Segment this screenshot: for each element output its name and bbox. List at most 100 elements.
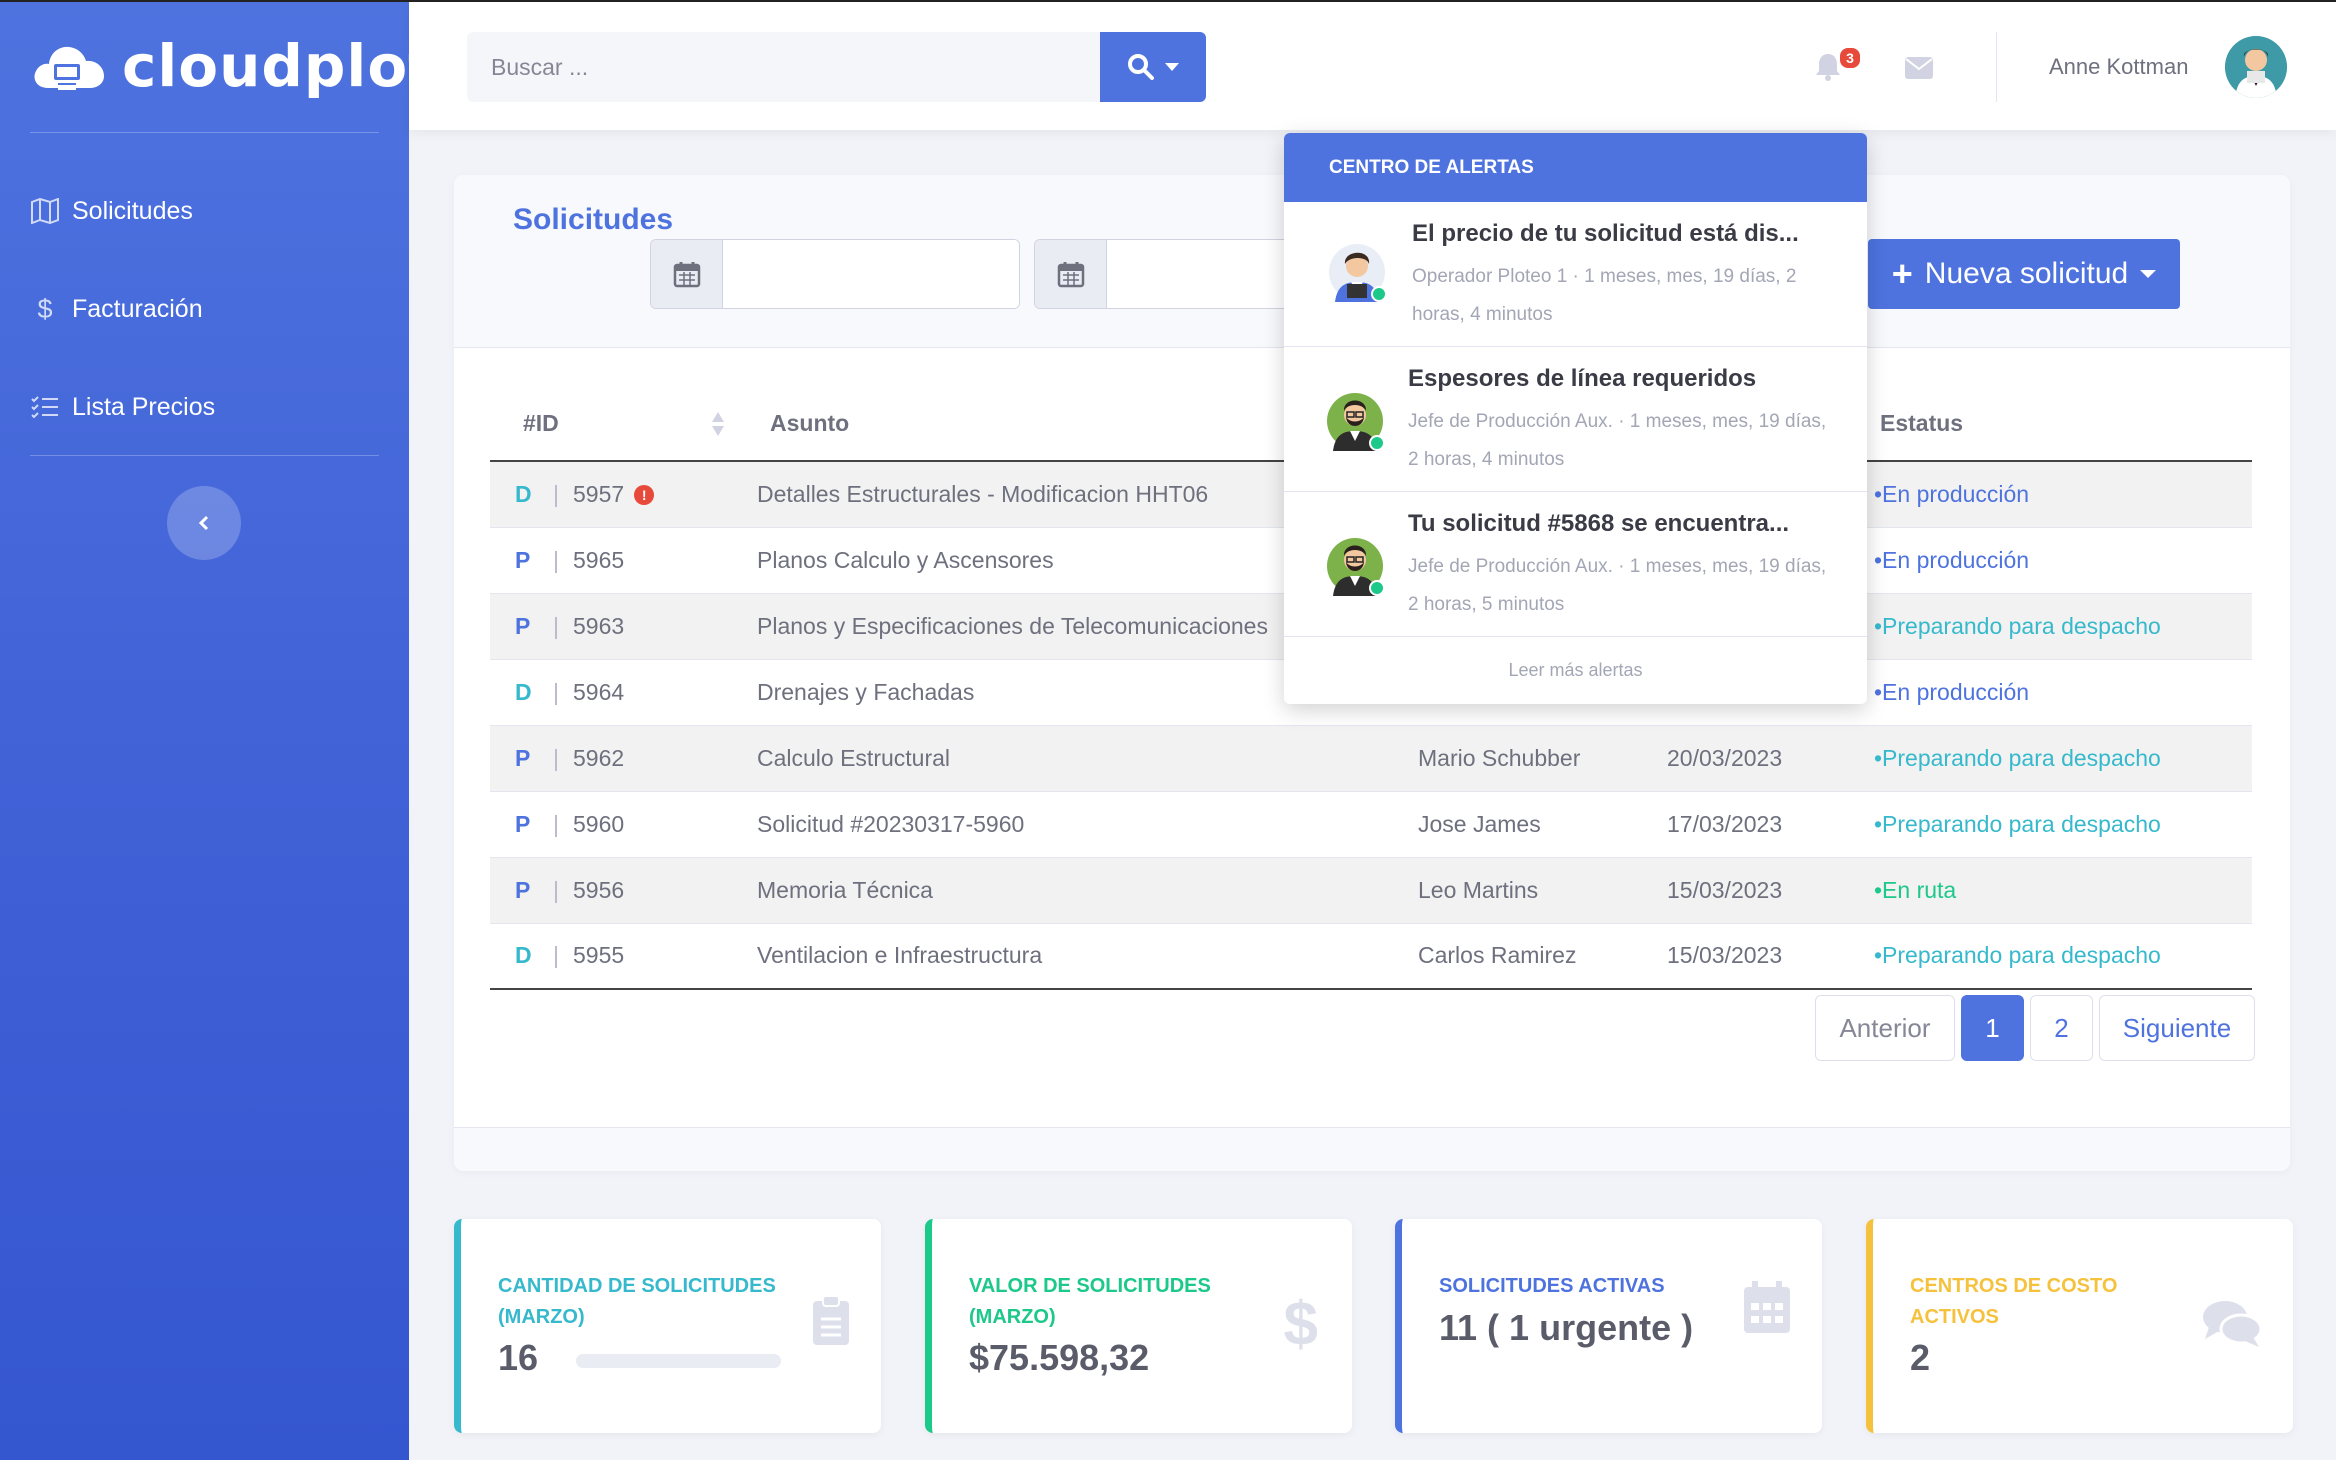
request-id[interactable]: 5963	[573, 613, 624, 639]
alert-subtitle: Operador Ploteo 1 · 1 meses, mes, 19 día…	[1412, 266, 1797, 325]
separator: |	[553, 810, 559, 837]
clipboard-icon	[813, 1295, 849, 1345]
plus-icon: +	[1891, 253, 1913, 294]
sidebar-toggle-button[interactable]	[167, 486, 241, 560]
calendar-addon[interactable]	[651, 240, 723, 308]
stat-label: SOLICITUDES ACTIVAS	[1439, 1275, 1665, 1297]
cell-id: D | 5957!	[490, 461, 750, 528]
cell-subject: Ventilacion e Infraestructura	[750, 923, 1418, 990]
cell-id: D | 5964	[490, 659, 750, 726]
page-title: Solicitudes	[513, 203, 674, 236]
dollar-icon: $	[1283, 1290, 1318, 1359]
alerts-dropdown: CENTRO DE ALERTAS El precio de tu solici…	[1284, 133, 1867, 704]
sidebar-item-facturacion[interactable]: $ Facturación	[30, 284, 202, 334]
request-type-code: D	[515, 480, 532, 507]
separator: |	[553, 546, 559, 573]
new-request-label: Nueva solicitud	[1924, 257, 2129, 290]
pagination-next[interactable]: Siguiente	[2099, 995, 2255, 1061]
separator: |	[553, 744, 559, 771]
cell-id: P | 5963	[490, 593, 750, 660]
request-id[interactable]: 5964	[573, 679, 624, 705]
table-row[interactable]: P | 5960 Solicitud #20230317-5960 Jose James…	[490, 791, 2252, 858]
alert-item[interactable]: Espesores de línea requeridos Jefe de Pr…	[1284, 347, 1867, 492]
cell-requester: Mario Schubber	[1418, 725, 1667, 792]
request-id[interactable]: 5962	[573, 745, 624, 771]
progress-bar	[576, 1354, 781, 1368]
request-id[interactable]: 5956	[573, 877, 624, 903]
topbar: 3 Anne Kottman	[409, 0, 2336, 130]
stat-label: VALOR DE SOLICITUDES (MARZO)	[969, 1275, 1211, 1328]
calendar-addon[interactable]	[1035, 240, 1107, 308]
separator: |	[553, 612, 559, 639]
request-id[interactable]: 5965	[573, 547, 624, 573]
stat-card-requests-value: VALOR DE SOLICITUDES (MARZO) $75.598,32 …	[925, 1219, 1352, 1433]
date-from-input[interactable]	[723, 240, 1019, 308]
sidebar-item-lista-precios[interactable]: Lista Precios	[30, 382, 215, 432]
chevron-left-icon	[198, 515, 209, 531]
brand[interactable]: cloudplot	[30, 32, 437, 100]
read-more-alerts-link[interactable]: Leer más alertas	[1284, 637, 1867, 703]
topbar-divider	[1996, 32, 1997, 102]
separator: |	[553, 876, 559, 903]
separator: |	[553, 942, 559, 969]
request-id[interactable]: 5957	[573, 481, 624, 507]
map-icon	[31, 198, 59, 224]
cell-requester: Carlos Ramirez	[1418, 923, 1667, 990]
cloud-logo-icon	[34, 46, 104, 90]
stat-label: CANTIDAD DE SOLICITUDES (MARZO)	[498, 1275, 776, 1328]
pagination: Anterior 1 2 Siguiente	[1815, 995, 2255, 1061]
bell-icon[interactable]	[1814, 52, 1842, 82]
alert-item[interactable]: El precio de tu solicitud está dis... Op…	[1284, 202, 1867, 347]
cell-subject: Solicitud #20230317-5960	[750, 791, 1418, 858]
alert-title: Tu solicitud #5868 se encuentra...	[1408, 510, 1790, 537]
sidebar-divider	[30, 132, 379, 133]
cell-id: P | 5956	[490, 857, 750, 924]
stat-value: 16	[498, 1337, 539, 1378]
date-from-picker[interactable]	[650, 239, 1020, 309]
pagination-prev[interactable]: Anterior	[1815, 995, 1955, 1061]
request-id[interactable]: 5960	[573, 811, 624, 837]
user-name[interactable]: Anne Kottman	[2049, 54, 2188, 80]
cell-status: •Preparando para despacho	[1866, 923, 2252, 990]
sort-icon[interactable]	[711, 411, 725, 437]
online-status-dot	[1369, 435, 1385, 451]
request-id[interactable]: 5955	[573, 942, 624, 968]
sidebar-item-label: Lista Precios	[72, 392, 216, 421]
card-footer	[454, 1127, 2290, 1171]
calendar-icon	[673, 262, 700, 288]
pagination-page-2[interactable]: 2	[2030, 995, 2093, 1061]
column-header-id[interactable]: #ID	[490, 387, 750, 462]
cell-id: D | 5955	[490, 923, 750, 990]
stat-label: CENTROS DE COSTO ACTIVOS	[1910, 1275, 2118, 1328]
table-row[interactable]: D | 5955 Ventilacion e Infraestructura Carlo…	[490, 923, 2252, 990]
table-row[interactable]: P | 5962 Calculo Estructural Mario Schubber 2…	[490, 725, 2252, 792]
table-row[interactable]: P | 5956 Memoria Técnica Leo Martins 15/03/20…	[490, 857, 2252, 924]
new-request-button[interactable]: + Nueva solicitud	[1868, 239, 2180, 309]
alert-subtitle: Jefe de Producción Aux. · 1 meses, mes, …	[1408, 411, 1827, 470]
cell-id: P | 5965	[490, 527, 750, 594]
search-button[interactable]	[1100, 32, 1206, 102]
alert-subtitle: Jefe de Producción Aux. · 1 meses, mes, …	[1408, 556, 1827, 615]
cell-date: 17/03/2023	[1667, 791, 1866, 858]
sidebar-item-label: Solicitudes	[72, 196, 193, 225]
alerts-header: CENTRO DE ALERTAS	[1284, 133, 1867, 202]
request-type-code: P	[515, 876, 531, 903]
cell-status: •Preparando para despacho	[1866, 725, 2252, 792]
column-header-status[interactable]: Estatus	[1866, 387, 2252, 462]
cell-status: •En producción	[1866, 461, 2252, 528]
sidebar-item-solicitudes[interactable]: Solicitudes	[30, 186, 193, 236]
cell-requester: Leo Martins	[1418, 857, 1667, 924]
sidebar-divider	[30, 455, 379, 456]
request-type-code: P	[515, 546, 531, 573]
list-check-icon	[31, 396, 58, 419]
cell-id: P | 5962	[490, 725, 750, 792]
pagination-page-1[interactable]: 1	[1961, 995, 2024, 1061]
stat-value: 2	[1910, 1337, 1931, 1378]
alert-item[interactable]: Tu solicitud #5868 se encuentra... Jefe …	[1284, 492, 1867, 637]
cell-date: 20/03/2023	[1667, 725, 1866, 792]
request-type-code: P	[515, 744, 531, 771]
online-status-dot	[1371, 286, 1387, 302]
avatar[interactable]	[2225, 36, 2287, 98]
search-input[interactable]	[467, 32, 1100, 102]
envelope-icon[interactable]	[1905, 57, 1933, 79]
